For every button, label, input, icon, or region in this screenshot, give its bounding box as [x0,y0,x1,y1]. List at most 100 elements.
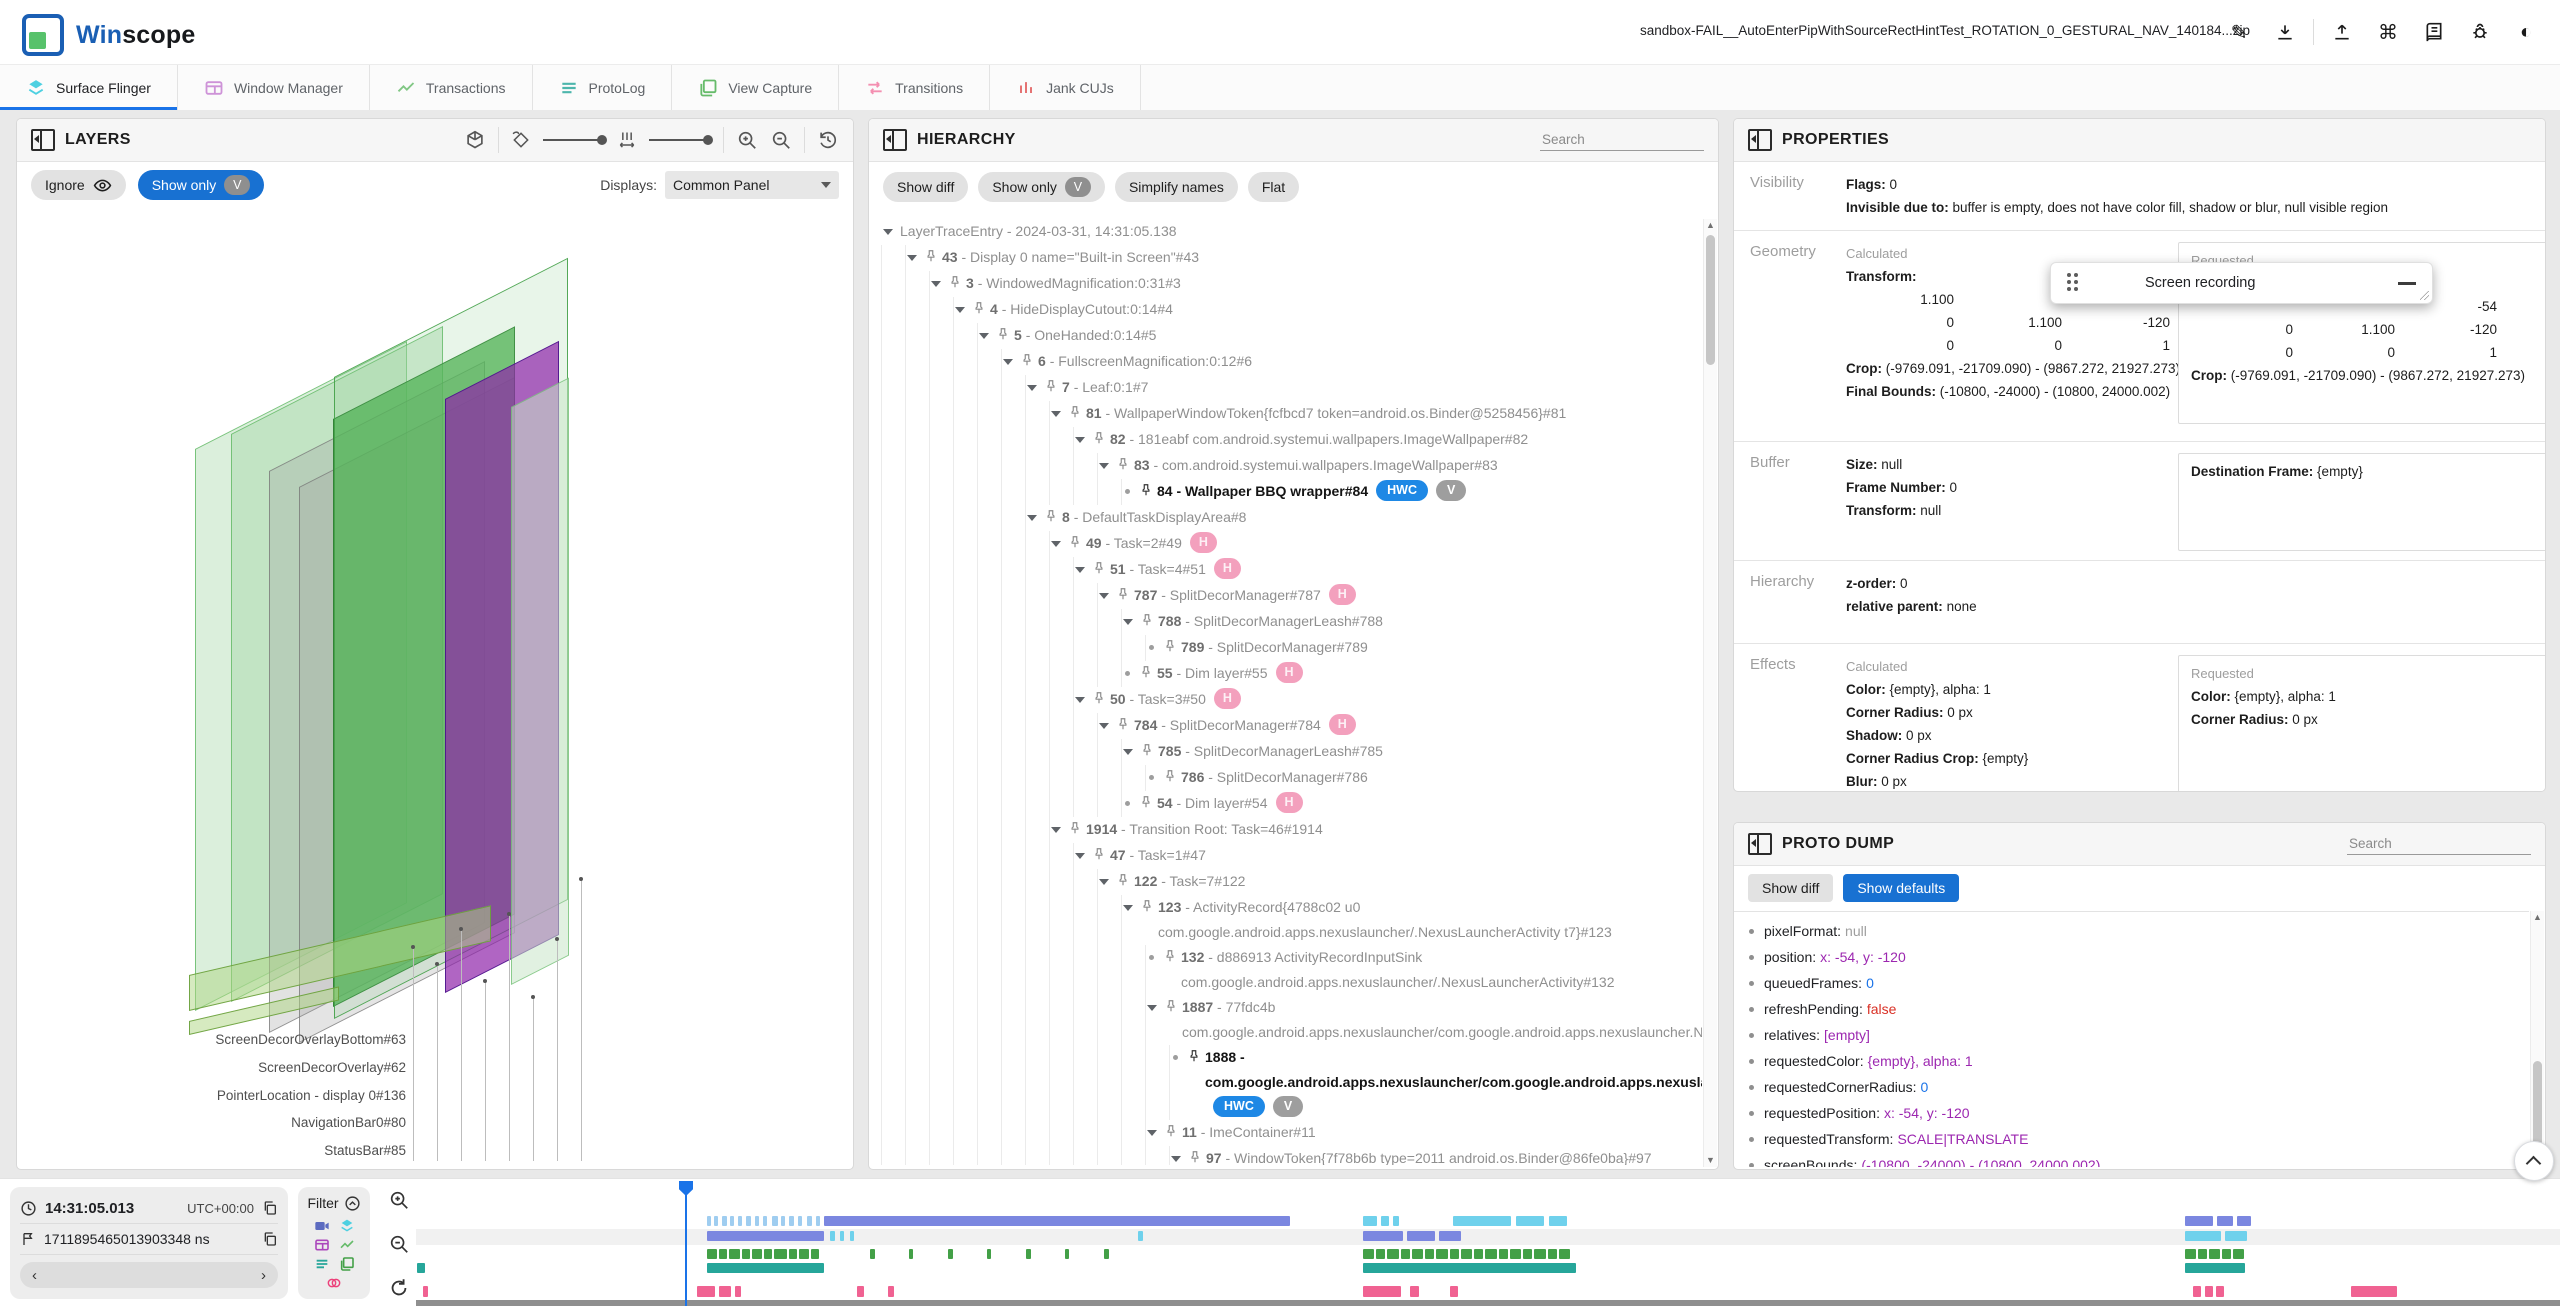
tab-jank-cujs[interactable]: Jank CUJs [990,65,1141,110]
ns-timestamp[interactable]: 1711895465013903348 ns [44,1231,210,1247]
trace-event-bar[interactable] [2351,1286,2397,1297]
pin-icon[interactable] [1092,431,1106,445]
trace-event-bar[interactable] [888,1286,894,1297]
trace-event-bar[interactable] [1549,1216,1567,1226]
proto-property-row[interactable]: requestedTransform: SCALE|TRANSLATE [1734,1126,2529,1152]
proto-property-row[interactable]: relatives: [empty] [1734,1022,2529,1048]
resize-handle-icon[interactable] [2420,291,2429,300]
pin-icon[interactable] [1140,899,1154,913]
pin-icon[interactable] [1188,1150,1202,1164]
expand-arrow-icon[interactable] [1099,879,1109,885]
proto-property-row[interactable]: refreshPending: false [1734,996,2529,1022]
trace-event-bar[interactable] [2237,1216,2251,1226]
tab-transactions[interactable]: Transactions [370,65,533,110]
timeline-canvas[interactable] [416,1179,2560,1306]
trace-event-bar[interactable] [729,1249,740,1259]
tree-node[interactable]: 787 - SplitDecorManager#787 H [869,583,1702,609]
pin-icon[interactable] [1044,379,1058,393]
trace-event-bar[interactable] [1363,1263,1576,1273]
zoom-out-icon[interactable] [770,129,792,151]
flat-button[interactable]: Flat [1247,172,1300,202]
simplify-names-button[interactable]: Simplify names [1114,172,1238,202]
pin-icon[interactable] [972,301,986,315]
trace-event-bar[interactable] [1376,1249,1385,1259]
shortcuts-icon[interactable]: ⌘ [2370,14,2406,50]
pin-icon[interactable] [1139,795,1153,809]
trace-event-bar[interactable] [719,1249,727,1259]
pin-icon[interactable] [1116,457,1130,471]
3d-view-icon[interactable] [464,129,486,151]
tree-node[interactable]: 8 - DefaultTaskDisplayArea#8 [869,505,1702,531]
proto-property-row[interactable]: queuedFrames: 0 [1734,970,2529,996]
copy-icon[interactable] [262,1200,278,1216]
timeline-zoom-out-icon[interactable] [388,1233,410,1255]
tree-node[interactable]: 82 - 181eabf com.android.systemui.wallpa… [869,427,1702,453]
trace-event-bar[interactable] [1439,1231,1461,1241]
pin-icon[interactable] [1116,587,1130,601]
trace-event-bar[interactable] [742,1249,750,1259]
tree-node[interactable]: 97 - WindowToken{7f78b6b type=2011 andro… [869,1146,1702,1165]
view-capture-trace-icon[interactable] [339,1256,355,1272]
layers-3d-view[interactable]: ScreenDecorOverlayBottom#63 ScreenDecorOv… [17,119,853,1169]
trace-event-bar[interactable] [1499,1249,1508,1259]
trace-event-bar[interactable] [719,1286,731,1297]
collapse-panel-icon[interactable] [31,129,55,151]
expand-arrow-icon[interactable] [1099,723,1109,729]
trace-event-bar[interactable] [798,1216,802,1226]
tree-node[interactable]: 784 - SplitDecorManager#784 H [869,713,1702,739]
hierarchy-search-input[interactable] [1540,129,1704,151]
tree-node[interactable]: 132 - d886913 ActivityRecordInputSink co… [869,945,1702,995]
trace-event-bar[interactable] [2185,1263,2245,1273]
trace-event-bar[interactable] [707,1231,824,1241]
collapse-filter-icon[interactable] [344,1195,361,1212]
trace-event-bar[interactable] [1104,1249,1109,1259]
trace-event-bar[interactable] [2225,1231,2247,1241]
expand-arrow-icon[interactable] [1123,619,1133,625]
trace-event-bar[interactable] [764,1249,772,1259]
tree-node[interactable]: 49 - Task=2#49 H [869,531,1702,557]
trace-event-bar[interactable] [2216,1286,2224,1297]
pin-icon[interactable] [1068,405,1082,419]
tree-node[interactable]: 788 - SplitDecorManagerLeash#788 [869,609,1702,635]
edit-icon[interactable]: ✎ [2221,14,2257,50]
trace-event-bar[interactable] [2185,1231,2221,1241]
trace-event-bar[interactable] [1548,1249,1557,1259]
tree-node[interactable]: 122 - Task=7#122 [869,869,1702,895]
screen-recording-trace-icon[interactable] [314,1218,330,1234]
pin-icon[interactable] [948,275,962,289]
protolog-trace-icon[interactable] [314,1256,330,1272]
trace-event-bar[interactable] [730,1216,734,1226]
show-defaults-button[interactable]: Show defaults [1843,874,1960,902]
tree-node[interactable]: 123 - ActivityRecord{4788c02 u0 com.goog… [869,895,1702,945]
human-timestamp[interactable]: 14:31:05.013 [45,1200,134,1217]
trace-event-bar[interactable] [1510,1249,1521,1259]
theme-toggle-icon[interactable]: ◐ [2508,14,2544,50]
trace-event-bar[interactable] [774,1249,787,1259]
proto-property-row[interactable]: screenBounds: (-10800, -24000) - (10800, … [1734,1152,2529,1167]
pin-icon[interactable] [1068,535,1082,549]
pin-icon[interactable] [1020,353,1034,367]
trace-event-bar[interactable] [830,1231,835,1241]
timeline-range-scrollbar[interactable] [416,1300,2560,1306]
trace-event-bar[interactable] [2217,1216,2233,1226]
trace-event-bar[interactable] [1523,1249,1532,1259]
trace-event-bar[interactable] [1461,1249,1472,1259]
trace-event-bar[interactable] [2185,1216,2213,1226]
trace-event-bar[interactable] [811,1249,819,1259]
tree-node[interactable]: 6 - FullscreenMagnification:0:12#6 [869,349,1702,375]
trace-event-bar[interactable] [772,1216,778,1226]
trace-event-bar[interactable] [735,1286,741,1297]
minimize-button[interactable] [2398,281,2416,285]
upload-icon[interactable] [2324,14,2360,50]
trace-event-bar[interactable] [1436,1249,1448,1259]
hierarchy-scrollbar[interactable]: ▲ ▼ [1703,219,1717,1167]
trace-event-bar[interactable] [1412,1249,1423,1259]
pin-icon[interactable] [1116,717,1130,731]
trace-event-bar[interactable] [1425,1249,1434,1259]
spacing-slider[interactable] [649,135,713,145]
tree-node[interactable]: 51 - Task=4#51 H [869,557,1702,583]
trace-event-bar[interactable] [746,1216,751,1226]
transitions-trace-icon[interactable] [326,1275,342,1291]
expand-arrow-icon[interactable] [883,229,893,235]
expand-arrow-icon[interactable] [1099,463,1109,469]
